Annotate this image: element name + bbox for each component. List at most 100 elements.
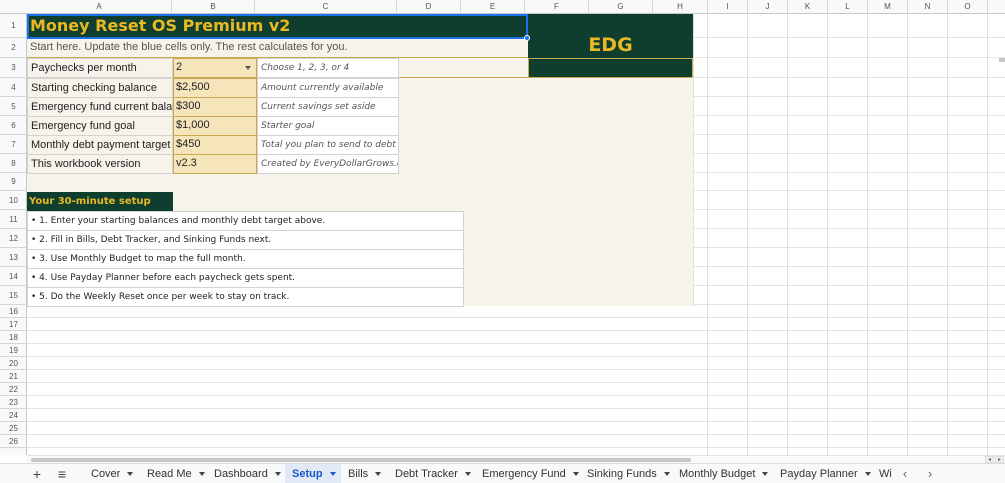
setting-value-input[interactable]: $2,500 — [173, 78, 257, 98]
setting-value-input[interactable]: $1,000 — [173, 116, 257, 136]
column-header[interactable]: A — [27, 0, 172, 14]
row-header[interactable]: 22 — [0, 383, 27, 396]
dropdown-arrow-icon[interactable] — [245, 66, 251, 70]
row-header[interactable]: 11 — [0, 210, 27, 229]
row-header[interactable]: 5 — [0, 97, 27, 116]
row-header[interactable]: 19 — [0, 344, 27, 357]
tab-menu-caret-icon[interactable] — [127, 472, 134, 477]
grid-line — [827, 14, 828, 455]
scroll-left-arrow-icon[interactable]: ◂ — [985, 456, 994, 463]
tab-menu-caret-icon[interactable] — [329, 472, 336, 477]
sheet-tab[interactable]: Setup — [285, 464, 341, 483]
sheet-tab[interactable]: Monthly Budget — [672, 464, 773, 483]
all-sheets-menu-icon[interactable]: ≡ — [53, 464, 71, 483]
column-header[interactable]: D — [397, 0, 461, 14]
grid-line — [693, 266, 1005, 267]
row-header[interactable]: 17 — [0, 318, 27, 331]
row-header[interactable]: 1 — [0, 14, 27, 38]
selection-fill-handle[interactable] — [524, 35, 530, 41]
row-header[interactable]: 14 — [0, 267, 27, 286]
add-sheet-icon[interactable]: + — [28, 464, 46, 483]
row-header[interactable]: 4 — [0, 78, 27, 97]
row-header[interactable]: 2 — [0, 38, 27, 58]
sheet-tab[interactable]: Sinking Funds — [580, 464, 672, 483]
row-header[interactable]: 8 — [0, 154, 27, 173]
column-header[interactable]: L — [828, 0, 868, 14]
row-header[interactable]: 25 — [0, 422, 27, 435]
column-header[interactable]: N — [908, 0, 948, 14]
column-header[interactable]: M — [868, 0, 908, 14]
setting-note: Amount currently available — [257, 78, 399, 98]
sheet-tab[interactable]: Debt Tracker — [388, 464, 475, 483]
tab-menu-caret-icon[interactable] — [198, 472, 205, 477]
sheet-tab[interactable]: Emergency Fund — [475, 464, 580, 483]
row-header[interactable]: 24 — [0, 409, 27, 422]
column-header[interactable]: C — [255, 0, 397, 14]
grid-line — [693, 209, 1005, 210]
setup-step-item[interactable]: • 5. Do the Weekly Reset once per week t… — [27, 287, 464, 307]
tab-menu-caret-icon[interactable] — [864, 472, 871, 477]
setting-label: Monthly debt payment target — [27, 135, 173, 155]
row-header[interactable]: 9 — [0, 173, 27, 191]
tabs-scroll-next-icon[interactable]: › — [921, 464, 939, 483]
row-header[interactable]: 16 — [0, 305, 27, 318]
grid-line — [27, 421, 1005, 422]
column-header[interactable]: O — [948, 0, 988, 14]
row-header[interactable]: 21 — [0, 370, 27, 383]
sheet-tab-label: Setup — [292, 468, 323, 480]
row-header[interactable]: 10 — [0, 191, 27, 210]
sheet-tab[interactable]: Payday Planner — [773, 464, 872, 483]
sheet-tab[interactable]: Wi — [872, 464, 896, 483]
sheet-tab[interactable]: Cover — [84, 464, 140, 483]
setting-value-input[interactable]: v2.3 — [173, 154, 257, 174]
column-header[interactable]: B — [172, 0, 255, 14]
row-header[interactable]: 12 — [0, 229, 27, 248]
row-header[interactable]: 18 — [0, 331, 27, 344]
scroll-right-arrow-icon[interactable]: ▸ — [995, 456, 1004, 463]
row-header[interactable]: 6 — [0, 116, 27, 135]
vertical-scrollbar[interactable] — [999, 58, 1005, 62]
page-subtitle[interactable]: Start here. Update the blue cells only. … — [27, 38, 528, 58]
tab-menu-caret-icon[interactable] — [274, 472, 281, 477]
row-header[interactable]: 13 — [0, 248, 27, 267]
row-header[interactable]: 20 — [0, 357, 27, 370]
column-header[interactable]: P — [988, 0, 1005, 14]
grid-line — [947, 14, 948, 455]
tab-menu-caret-icon[interactable] — [464, 472, 471, 477]
setting-note: Current savings set aside — [257, 97, 399, 117]
setup-step-item[interactable]: • 1. Enter your starting balances and mo… — [27, 211, 464, 231]
horizontal-scroll-thumb[interactable] — [31, 458, 691, 462]
page-title[interactable]: Money Reset OS Premium v2 — [27, 14, 528, 38]
grid-line — [27, 434, 1005, 435]
sheet-tab[interactable]: Read Me — [140, 464, 207, 483]
sheet-grid[interactable]: Money Reset OS Premium v2 EDG Start here… — [27, 14, 1005, 455]
tab-menu-caret-icon[interactable] — [572, 472, 579, 477]
column-header[interactable]: E — [461, 0, 525, 14]
sheet-tab[interactable]: Dashboard — [207, 464, 285, 483]
tab-menu-caret-icon[interactable] — [663, 472, 670, 477]
tab-menu-caret-icon[interactable] — [762, 472, 769, 477]
column-header[interactable]: H — [653, 0, 708, 14]
row-header[interactable]: 26 — [0, 435, 27, 448]
column-header[interactable]: G — [589, 0, 653, 14]
tabs-scroll-prev-icon[interactable]: ‹ — [896, 464, 914, 483]
tab-menu-caret-icon[interactable] — [375, 472, 382, 477]
setting-value-input[interactable]: $300 — [173, 97, 257, 117]
setting-value-input[interactable]: 2 — [173, 58, 257, 78]
row-header[interactable]: 23 — [0, 396, 27, 409]
setup-step-item[interactable]: • 4. Use Payday Planner before each payc… — [27, 268, 464, 288]
column-header[interactable]: K — [788, 0, 828, 14]
column-header[interactable]: J — [748, 0, 788, 14]
sheet-tab[interactable]: Bills — [341, 464, 388, 483]
setup-heading[interactable]: Your 30-minute setup — [27, 192, 173, 211]
row-header[interactable]: 7 — [0, 135, 27, 154]
horizontal-scrollbar[interactable]: ◂ ▸ — [27, 455, 1005, 463]
grid-line — [907, 14, 908, 455]
setup-step-item[interactable]: • 2. Fill in Bills, Debt Tracker, and Si… — [27, 230, 464, 250]
setup-step-item[interactable]: • 3. Use Monthly Budget to map the full … — [27, 249, 464, 269]
column-header[interactable]: I — [708, 0, 748, 14]
setting-value-input[interactable]: $450 — [173, 135, 257, 155]
row-header[interactable]: 3 — [0, 58, 27, 78]
column-header[interactable]: F — [525, 0, 589, 14]
row-header[interactable]: 15 — [0, 286, 27, 305]
